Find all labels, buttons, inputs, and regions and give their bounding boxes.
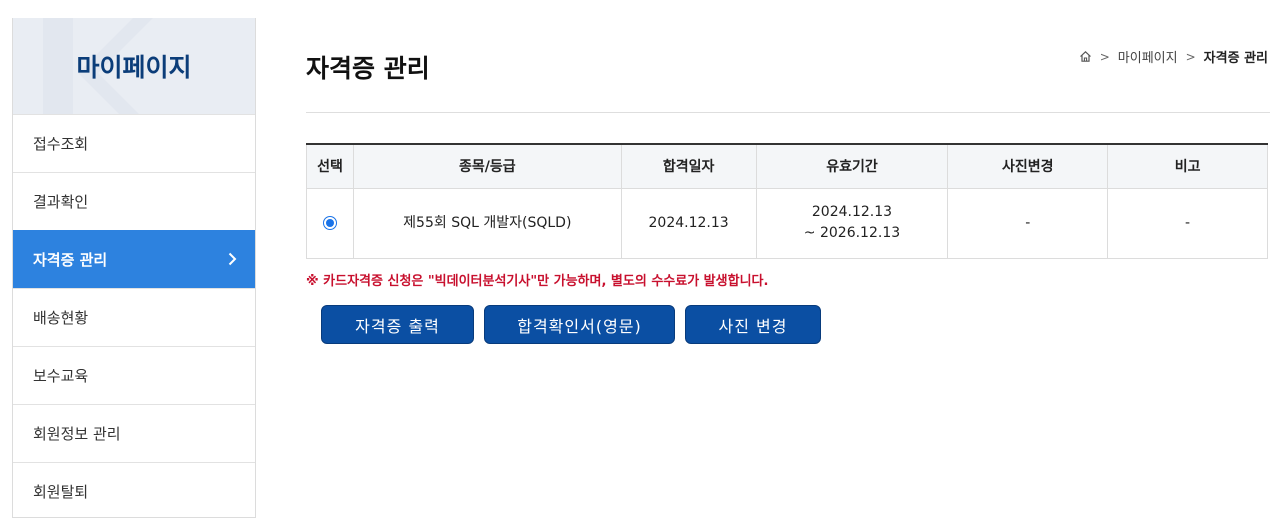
pass-date-cell: 2024.12.13 (620, 187, 757, 259)
chevron-right-icon: > (1185, 49, 1196, 64)
home-icon[interactable] (1079, 50, 1092, 63)
sidebar-item-certificate-management[interactable]: 자격증 관리 (13, 230, 255, 288)
chevron-right-icon (228, 252, 237, 266)
sidebar-item-withdraw[interactable]: 회원탈퇴 (13, 462, 255, 520)
validity-cell: 2024.12.13 ~ 2026.12.13 (755, 187, 949, 259)
chevron-right-icon: > (1099, 49, 1110, 64)
photo-change-cell: - (947, 187, 1109, 259)
column-header-validity: 유효기간 (755, 144, 949, 189)
breadcrumb-current: 자격증 관리 (1203, 51, 1268, 66)
table-row: 제55회 SQL 개발자(SQLD) 2024.12.13 2024.12.13… (306, 187, 1268, 259)
sidebar-item-label: 배송현황 (33, 309, 89, 327)
sidebar-item-label: 회원탈퇴 (33, 483, 89, 501)
column-header-select: 선택 (306, 144, 354, 189)
valid-from: 2024.12.13 (811, 204, 893, 220)
title-divider (306, 112, 1270, 113)
page-title: 자격증 관리 (306, 54, 430, 83)
certificate-table: 선택 종목/등급 합격일자 유효기간 사진변경 비고 제55회 SQL 개발자(… (306, 143, 1268, 259)
sidebar-item-continuing-education[interactable]: 보수교육 (13, 346, 255, 404)
item-cell: 제55회 SQL 개발자(SQLD) (352, 187, 622, 259)
sidebar-title: 마이페이지 (76, 53, 192, 82)
sidebar-item-member-info[interactable]: 회원정보 관리 (13, 404, 255, 462)
sidebar-item-label: 보수교육 (33, 367, 89, 385)
column-header-pass-date: 합격일자 (620, 144, 757, 189)
sidebar-item-label: 회원정보 관리 (33, 425, 121, 443)
sidebar-item-result-check[interactable]: 결과확인 (13, 172, 255, 230)
sidebar-item-label: 결과확인 (33, 193, 89, 211)
breadcrumb-level1[interactable]: 마이페이지 (1118, 47, 1178, 66)
table-header-row: 선택 종목/등급 합격일자 유효기간 사진변경 비고 (306, 144, 1268, 189)
column-header-item: 종목/등급 (352, 144, 622, 189)
remarks-cell: - (1107, 187, 1268, 259)
sidebar-menu: 접수조회 결과확인 자격증 관리 배송현황 보수교육 회원정보 관리 회원탈퇴 (13, 114, 255, 520)
select-cell (306, 187, 354, 259)
english-pass-confirmation-button[interactable]: 합격확인서(영문) (484, 305, 675, 344)
column-header-photo-change: 사진변경 (947, 144, 1109, 189)
sidebar-header: 마이페이지 (13, 18, 255, 114)
card-certificate-notice: ※ 카드자격증 신청은 "빅데이터분석기사"만 가능하며, 별도의 수수료가 발… (306, 274, 769, 289)
change-photo-button[interactable]: 사진 변경 (685, 305, 821, 344)
column-header-remarks: 비고 (1107, 144, 1268, 189)
select-radio[interactable] (322, 215, 337, 230)
sidebar: 마이페이지 접수조회 결과확인 자격증 관리 배송현황 보수교육 회원정보 관리… (12, 18, 256, 518)
sidebar-item-label: 자격증 관리 (33, 251, 108, 269)
sidebar-item-application-lookup[interactable]: 접수조회 (13, 114, 255, 172)
print-certificate-button[interactable]: 자격증 출력 (321, 305, 474, 344)
sidebar-item-delivery-status[interactable]: 배송현황 (13, 288, 255, 346)
valid-to: ~ 2026.12.13 (803, 225, 901, 241)
sidebar-item-label: 접수조회 (33, 135, 89, 153)
breadcrumb: > 마이페이지 > 자격증 관리 (1079, 47, 1268, 66)
